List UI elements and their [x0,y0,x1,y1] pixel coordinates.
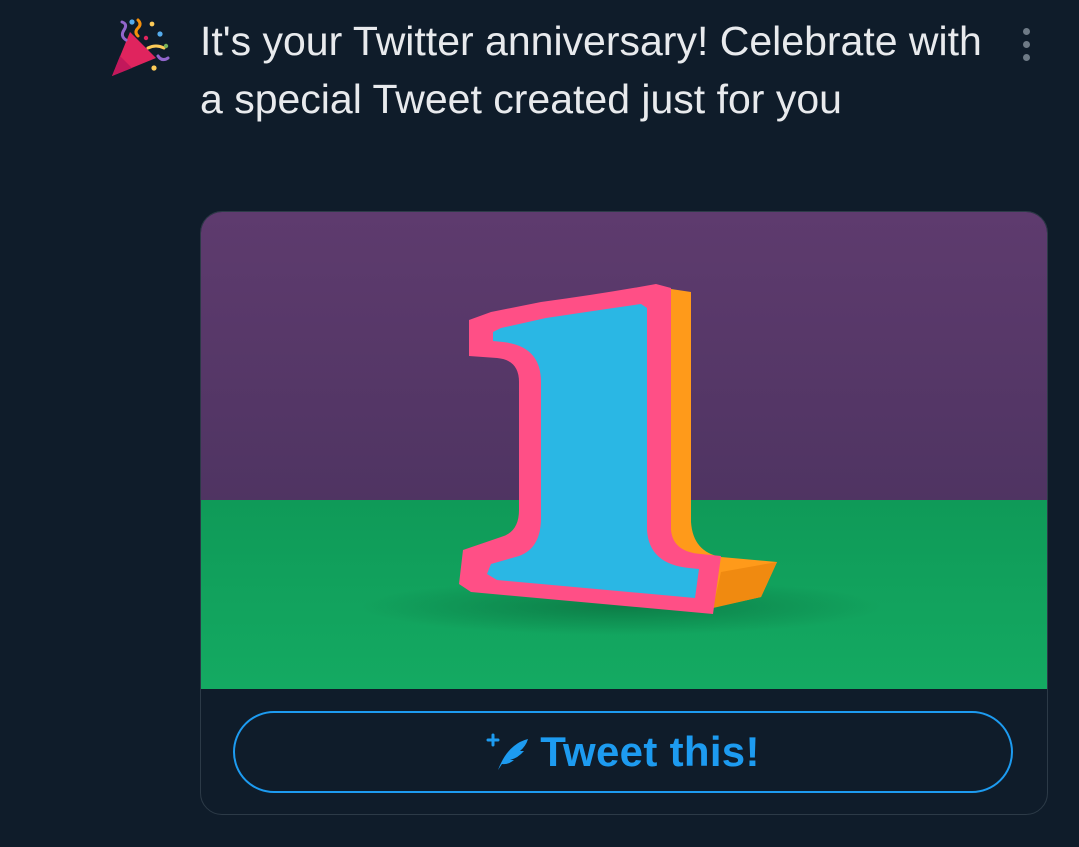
tweet-this-button[interactable]: Tweet this! [233,711,1013,793]
anniversary-image [201,212,1047,689]
more-vertical-icon-dot [1022,53,1030,61]
anniversary-card[interactable]: Tweet this! [200,211,1048,815]
party-popper-icon [112,18,170,76]
more-vertical-icon-dot [1022,40,1030,48]
anniversary-notification: It's your Twitter anniversary! Celebrate… [0,0,1079,847]
tweet-this-label: Tweet this! [540,728,760,775]
more-options-button[interactable] [1010,20,1042,68]
more-vertical-icon [1022,27,1030,35]
anniversary-message: It's your Twitter anniversary! Celebrate… [200,18,982,122]
compose-tweet-icon [486,733,529,770]
